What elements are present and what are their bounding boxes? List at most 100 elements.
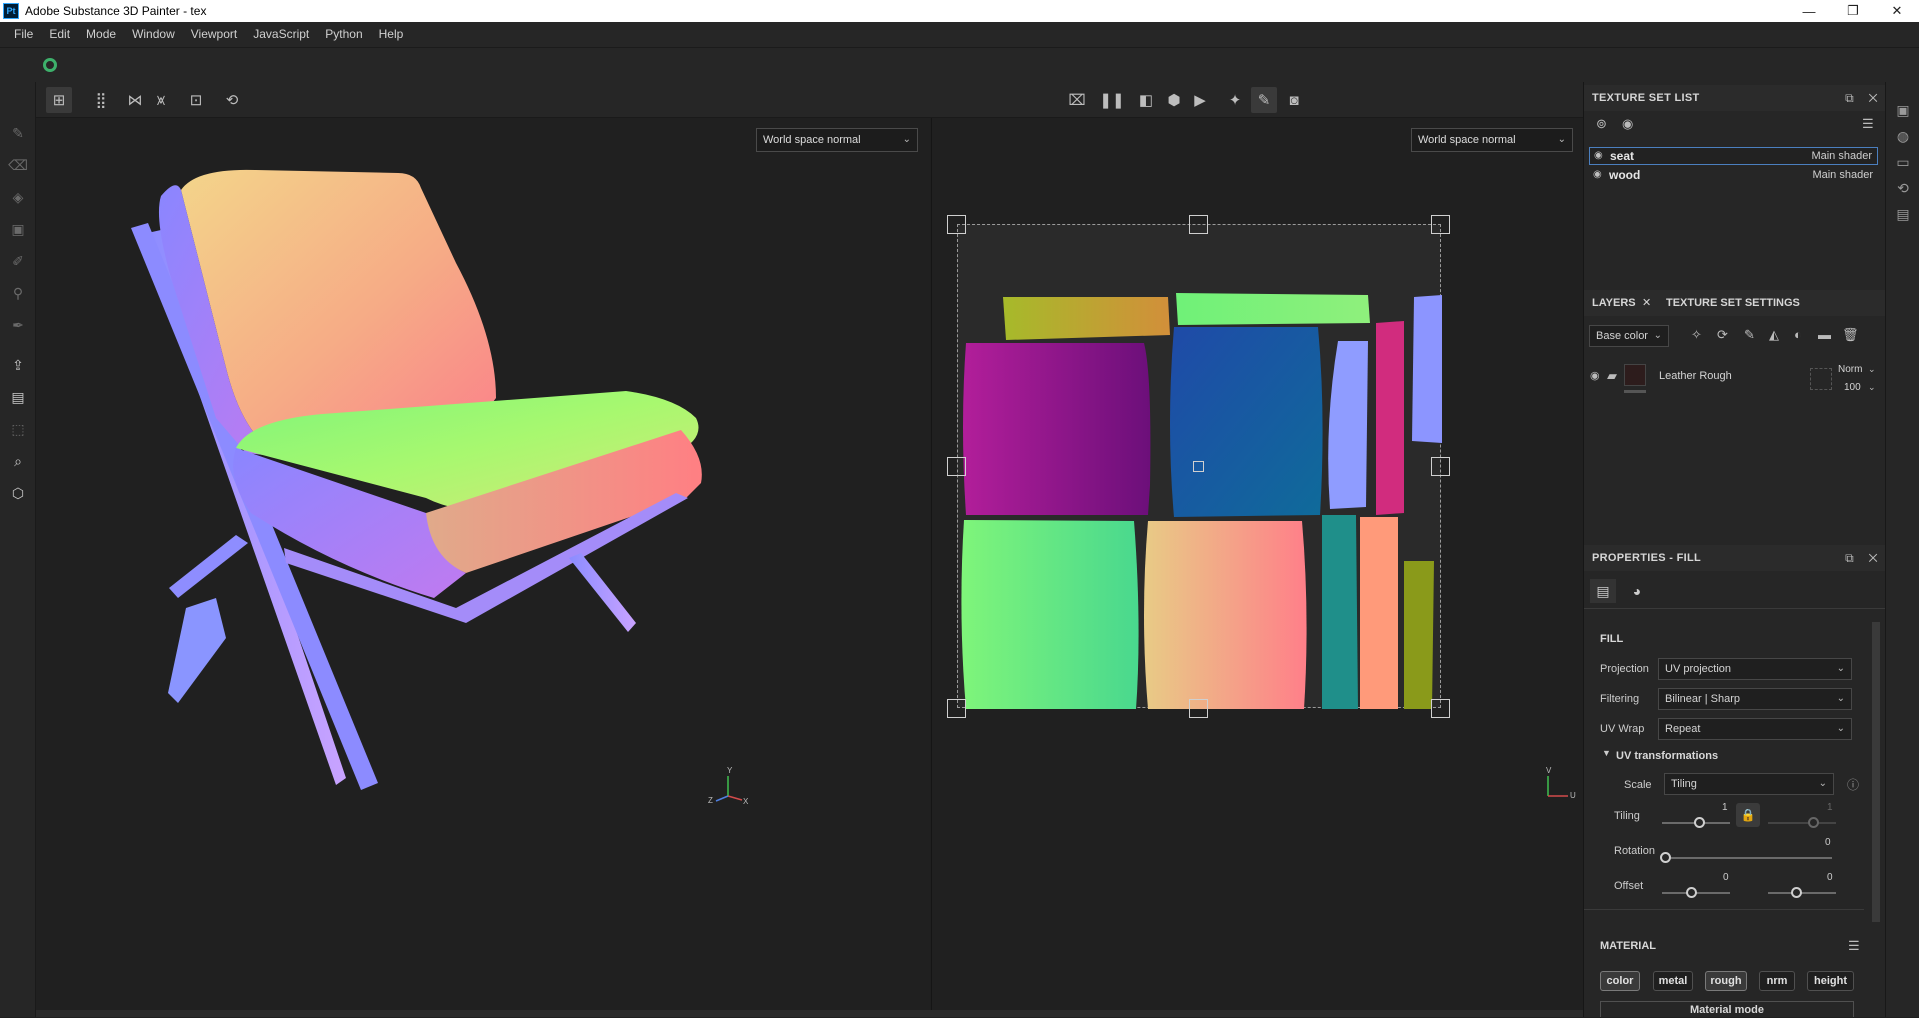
grid-view-icon[interactable]: ⊞ — [46, 87, 72, 113]
eye-icon[interactable]: ◉ — [1622, 116, 1633, 132]
transform-pivot-handle[interactable] — [1193, 461, 1204, 472]
eye-icon[interactable]: ◉ — [1590, 369, 1600, 382]
tiling-u-slider-knob[interactable] — [1694, 817, 1705, 828]
lock-icon[interactable]: 🔒 — [1736, 803, 1760, 827]
history-icon[interactable]: ⟲ — [219, 87, 245, 113]
tab-layers[interactable]: LAYERS — [1592, 290, 1636, 316]
maximize-button[interactable]: ❐ — [1831, 0, 1875, 22]
material-height-button[interactable]: height — [1807, 971, 1854, 991]
offset-v-slider-track[interactable] — [1768, 892, 1836, 894]
asset-search-icon[interactable]: ⌕ — [9, 452, 27, 470]
material-rough-button[interactable]: rough — [1705, 971, 1747, 991]
material-metal-button[interactable]: metal — [1653, 971, 1693, 991]
uv-wrap-select[interactable]: Repeat ⌄ — [1658, 718, 1852, 740]
material-menu-icon[interactable]: ☰ — [1848, 938, 1860, 954]
layer-opacity[interactable]: 100 — [1844, 382, 1861, 393]
tiling-view-icon[interactable]: ⣿ — [88, 87, 114, 113]
menu-viewport[interactable]: Viewport — [183, 22, 245, 47]
eye-icon[interactable]: ◉ — [1593, 167, 1602, 183]
viewport-2d-mode-select[interactable]: World space normal ⌄ — [1411, 128, 1573, 152]
camera-icon[interactable]: ▶ — [1187, 87, 1213, 113]
material-mode-button[interactable]: Material mode — [1600, 1001, 1854, 1017]
texture-set-item[interactable]: ◉ seat Main shader — [1589, 147, 1878, 165]
transform-handle[interactable] — [947, 215, 966, 234]
rotation-slider-knob[interactable] — [1660, 852, 1671, 863]
menu-help[interactable]: Help — [371, 22, 412, 47]
menu-javascript[interactable]: JavaScript — [245, 22, 317, 47]
layer-row[interactable]: ◉ ▰ Leather Rough Norm ⌄ 100 ⌄ — [1584, 363, 1886, 403]
transform-handle[interactable] — [1189, 699, 1208, 718]
channel-select[interactable]: Base color ⌄ — [1589, 325, 1669, 347]
material-nrm-button[interactable]: nrm — [1759, 971, 1795, 991]
projection-icon[interactable]: ◈ — [9, 188, 27, 206]
split-view-icon[interactable]: ◧ — [1133, 87, 1159, 113]
rotation-slider-track[interactable] — [1662, 857, 1832, 859]
add-fill-layer-icon[interactable]: ◭ — [1769, 327, 1779, 343]
history-icon[interactable]: ⟲ — [1895, 180, 1911, 196]
transform-handle[interactable] — [947, 457, 966, 476]
paint-mode-icon[interactable]: ✎ — [1251, 87, 1277, 113]
material-color-button[interactable]: color — [1600, 971, 1640, 991]
smudge-icon[interactable]: ✐ — [9, 252, 27, 270]
menu-window[interactable]: Window — [124, 22, 183, 47]
symmetry-y-icon[interactable]: ⩙ — [148, 87, 174, 113]
close-button[interactable]: ✕ — [1875, 0, 1919, 22]
mesh-icon[interactable]: ⬡ — [9, 484, 27, 502]
tab-texture-set-settings[interactable]: TEXTURE SET SETTINGS — [1666, 290, 1800, 316]
chevron-down-icon[interactable]: ▼ — [1602, 748, 1611, 758]
projection-select[interactable]: UV projection ⌄ — [1658, 658, 1852, 680]
fit-view-icon[interactable]: ⊡ — [183, 87, 209, 113]
bake-tool-icon[interactable]: ⇪ — [9, 356, 27, 374]
tiling-v-slider-track[interactable] — [1768, 822, 1836, 824]
menu-file[interactable]: File — [6, 22, 41, 47]
undock-icon[interactable]: ⧉ — [1845, 91, 1854, 105]
viewport-2d[interactable]: World space normal ⌄ V U — [931, 118, 1583, 1010]
shader-settings-icon[interactable]: ◍ — [1895, 128, 1911, 144]
symmetry-x-icon[interactable]: ⋈ — [122, 87, 148, 113]
close-icon[interactable]: ✕ — [1869, 551, 1878, 565]
blend-mode[interactable]: Norm — [1838, 364, 1862, 375]
transform-handle[interactable] — [1431, 215, 1450, 234]
color-picker-icon[interactable]: ✒ — [9, 316, 27, 334]
offset-v-slider-knob[interactable] — [1791, 887, 1802, 898]
close-icon[interactable]: ✕ — [1869, 91, 1878, 105]
transform-handle[interactable] — [1431, 699, 1450, 718]
fill-properties-icon[interactable]: ▤ — [1590, 579, 1616, 603]
log-icon[interactable]: ▤ — [1895, 206, 1911, 222]
clone-icon[interactable]: ⚲ — [9, 284, 27, 302]
polygon-fill-icon[interactable]: ⬚ — [9, 420, 27, 438]
plugin-status-icon[interactable] — [43, 58, 57, 72]
add-generator-icon[interactable]: ⟳ — [1717, 327, 1728, 343]
menu-icon[interactable]: ☰ — [1862, 116, 1874, 132]
assets-icon[interactable]: ▭ — [1895, 154, 1911, 170]
add-folder-icon[interactable]: ▬ — [1818, 327, 1831, 342]
geometry-fill-icon[interactable]: ▣ — [9, 220, 27, 238]
screenshot-icon[interactable]: ◙ — [1281, 87, 1307, 113]
filtering-select[interactable]: Bilinear | Sharp ⌄ — [1658, 688, 1852, 710]
info-icon[interactable]: ⓘ — [1847, 776, 1859, 793]
texture-set-icon[interactable]: ▣ — [1895, 102, 1911, 118]
cube-view-icon[interactable]: ⬢ — [1161, 87, 1187, 113]
transform-handle[interactable] — [1189, 215, 1208, 234]
chevron-down-icon[interactable]: ⌄ — [1868, 382, 1876, 393]
delete-layer-icon[interactable]: 🗑 — [1842, 327, 1859, 343]
undock-icon[interactable]: ⧉ — [1845, 551, 1854, 565]
menu-python[interactable]: Python — [317, 22, 370, 47]
material-sphere-icon[interactable]: ◕ — [1624, 579, 1650, 603]
tiling-v-slider-knob[interactable] — [1808, 817, 1819, 828]
transform-handle[interactable] — [1431, 457, 1450, 476]
offset-u-slider-knob[interactable] — [1686, 887, 1697, 898]
uv-transformations-toggle[interactable]: UV transformations — [1616, 750, 1718, 762]
add-mask-icon[interactable]: ◐ — [1794, 327, 1802, 342]
chevron-down-icon[interactable]: ⌄ — [1868, 364, 1876, 375]
layer-mask-slot[interactable] — [1810, 368, 1832, 390]
transform-handle[interactable] — [947, 699, 966, 718]
texture-set-item[interactable]: ◉ wood Main shader — [1589, 167, 1878, 185]
viewport-3d[interactable]: World space normal ⌄ Y Z X — [36, 118, 930, 1010]
hide-icon[interactable]: ⌧ — [1064, 87, 1090, 113]
material-picker-icon[interactable]: ▤ — [9, 388, 27, 406]
minimize-button[interactable]: — — [1787, 0, 1831, 22]
visibility-toggle-icon[interactable]: ⊚ — [1596, 116, 1607, 132]
scale-select[interactable]: Tiling ⌄ — [1664, 773, 1834, 795]
render-icon[interactable]: ✦ — [1222, 87, 1248, 113]
